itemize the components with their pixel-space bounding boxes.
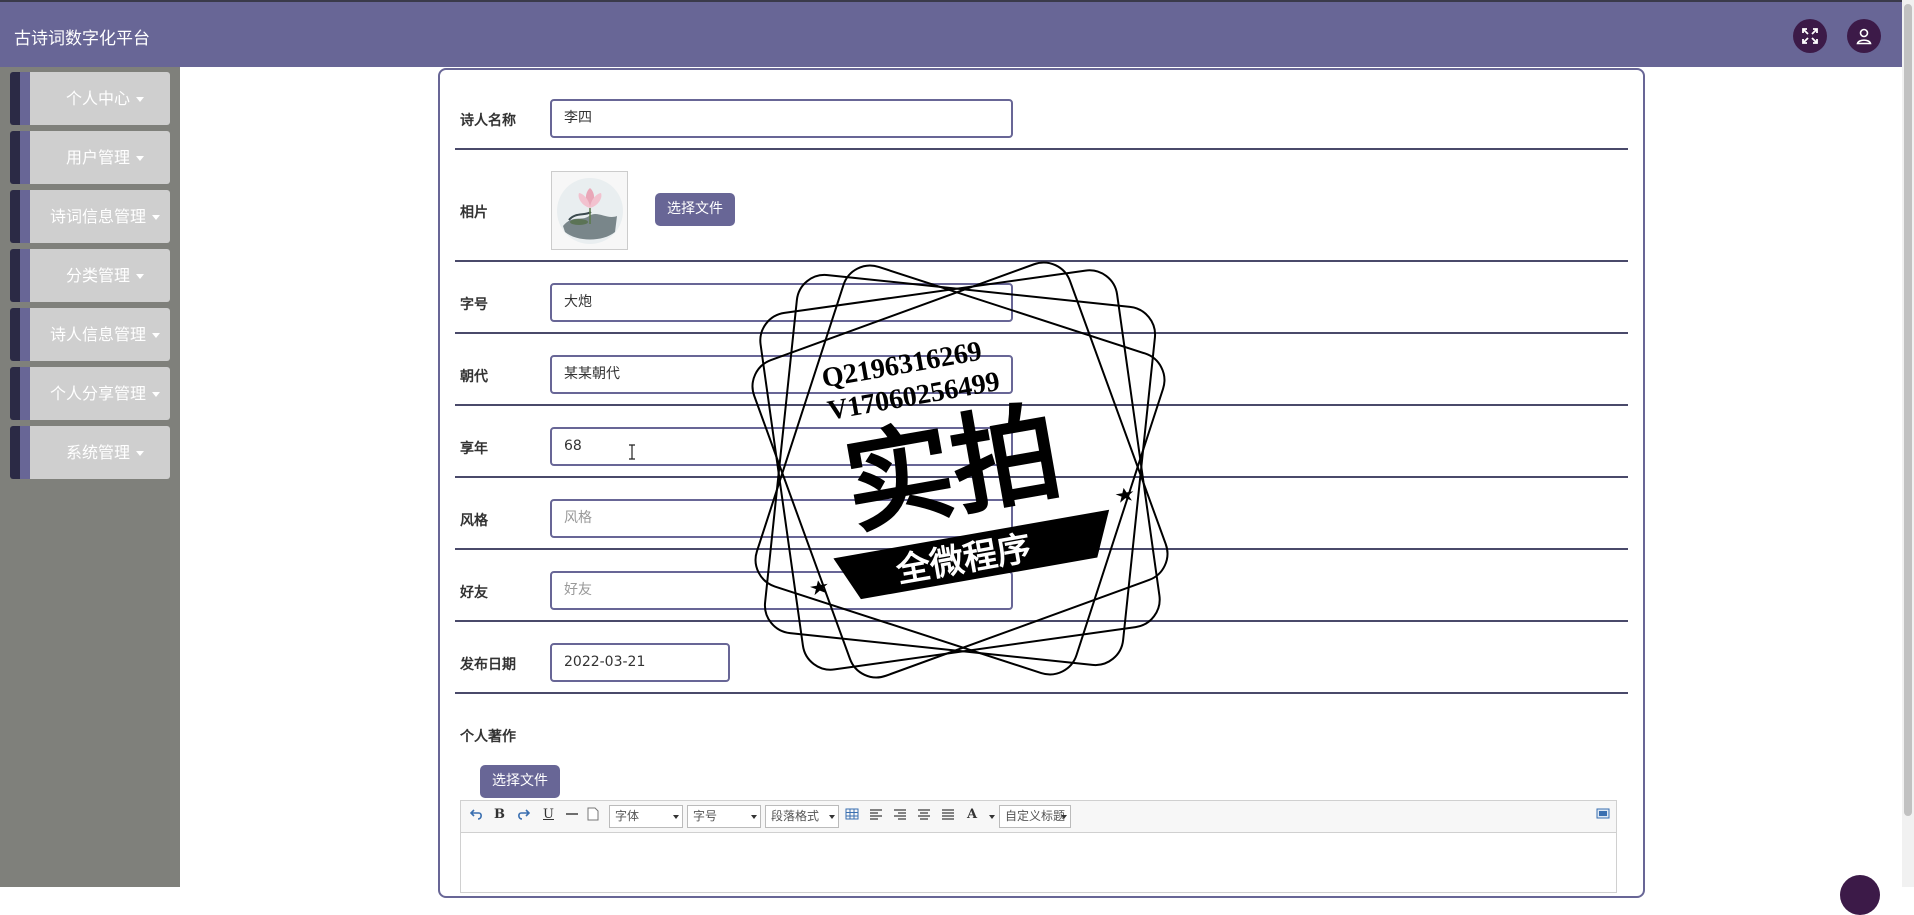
sidebar-item-system-management[interactable]: 系统管理 bbox=[10, 426, 170, 479]
sidebar-item-label: 个人中心 bbox=[65, 89, 130, 108]
font-color-button[interactable]: A bbox=[967, 807, 977, 822]
paragraph-format-select[interactable]: 段落格式 bbox=[765, 805, 839, 828]
custom-title-select[interactable]: 自定义标题 bbox=[999, 805, 1071, 828]
fullscreen-icon[interactable] bbox=[1793, 19, 1827, 53]
publish-date-label: 发布日期 bbox=[460, 657, 516, 673]
font-size-select[interactable]: 字号 bbox=[687, 805, 761, 828]
redo-icon[interactable] bbox=[516, 807, 531, 825]
friends-label: 好友 bbox=[460, 585, 488, 601]
table-icon[interactable] bbox=[845, 807, 859, 825]
divider bbox=[455, 692, 1628, 694]
sidebar-item-category-management[interactable]: 分类管理 bbox=[10, 249, 170, 302]
age-label: 享年 bbox=[460, 441, 488, 457]
top-bar: 古诗词数字化平台 bbox=[0, 0, 1902, 67]
user-icon[interactable] bbox=[1847, 19, 1881, 53]
align-justify-icon[interactable] bbox=[941, 807, 955, 825]
horizontal-rule-icon[interactable] bbox=[565, 807, 579, 825]
sidebar-item-poet-management[interactable]: 诗人信息管理 bbox=[10, 308, 170, 361]
divider bbox=[455, 148, 1628, 150]
caret-down-icon bbox=[136, 451, 144, 456]
document-icon[interactable] bbox=[587, 807, 599, 825]
sidebar-item-personal-center[interactable]: 个人中心 bbox=[10, 72, 170, 125]
app-title: 古诗词数字化平台 bbox=[14, 29, 150, 49]
font-color-dropdown-icon[interactable] bbox=[989, 815, 995, 819]
font-family-select[interactable]: 字体 bbox=[609, 805, 683, 828]
publish-date-input[interactable]: 2022-03-21 bbox=[550, 643, 730, 682]
underline-button[interactable]: U bbox=[543, 807, 554, 822]
caret-down-icon bbox=[152, 215, 160, 220]
sidebar-item-poetry-management[interactable]: 诗词信息管理 bbox=[10, 190, 170, 243]
sidebar-item-share-management[interactable]: 个人分享管理 bbox=[10, 367, 170, 420]
sidebar-item-label: 个人分享管理 bbox=[49, 384, 146, 403]
text-cursor-icon bbox=[629, 444, 635, 460]
sidebar-item-label: 分类管理 bbox=[65, 266, 130, 285]
caret-down-icon bbox=[136, 156, 144, 161]
align-right-icon[interactable] bbox=[893, 807, 907, 825]
bold-button[interactable]: B bbox=[494, 807, 505, 822]
dynasty-label: 朝代 bbox=[460, 369, 488, 385]
preview-icon[interactable] bbox=[1596, 807, 1610, 825]
caret-down-icon bbox=[152, 392, 160, 397]
align-center-icon[interactable] bbox=[917, 807, 931, 825]
sidebar-item-label: 诗词信息管理 bbox=[49, 207, 146, 226]
style-label: 风格 bbox=[460, 513, 488, 529]
editor-toolbar: B U 字体 字号 段落格式 A 自定义标题 bbox=[460, 800, 1617, 833]
photo-label: 相片 bbox=[460, 205, 488, 221]
courtesy-name-label: 字号 bbox=[460, 297, 488, 313]
watermark-stamp: Q2196316269 V17060256499 实拍 全微程序 bbox=[751, 261, 1169, 679]
sidebar-item-label: 用户管理 bbox=[65, 148, 130, 167]
sidebar-item-label: 诗人信息管理 bbox=[49, 325, 146, 344]
back-to-top-button[interactable] bbox=[1840, 875, 1880, 915]
poet-name-label: 诗人名称 bbox=[460, 113, 516, 129]
rich-text-editor[interactable] bbox=[460, 833, 1617, 893]
caret-down-icon bbox=[136, 97, 144, 102]
sidebar-item-user-management[interactable]: 用户管理 bbox=[10, 131, 170, 184]
sidebar-item-label: 系统管理 bbox=[65, 443, 130, 462]
photo-choose-file-button[interactable]: 选择文件 bbox=[655, 193, 735, 226]
caret-down-icon bbox=[152, 333, 160, 338]
poet-name-input[interactable]: 李四 bbox=[550, 99, 1013, 138]
scrollbar-thumb[interactable] bbox=[1904, 4, 1912, 816]
works-choose-file-button[interactable]: 选择文件 bbox=[480, 765, 560, 798]
align-left-icon[interactable] bbox=[869, 807, 883, 825]
works-label: 个人著作 bbox=[460, 729, 516, 745]
caret-down-icon bbox=[136, 274, 144, 279]
undo-icon[interactable] bbox=[469, 807, 484, 825]
poet-photo bbox=[551, 171, 628, 250]
page-scrollbar[interactable] bbox=[1902, 0, 1914, 887]
